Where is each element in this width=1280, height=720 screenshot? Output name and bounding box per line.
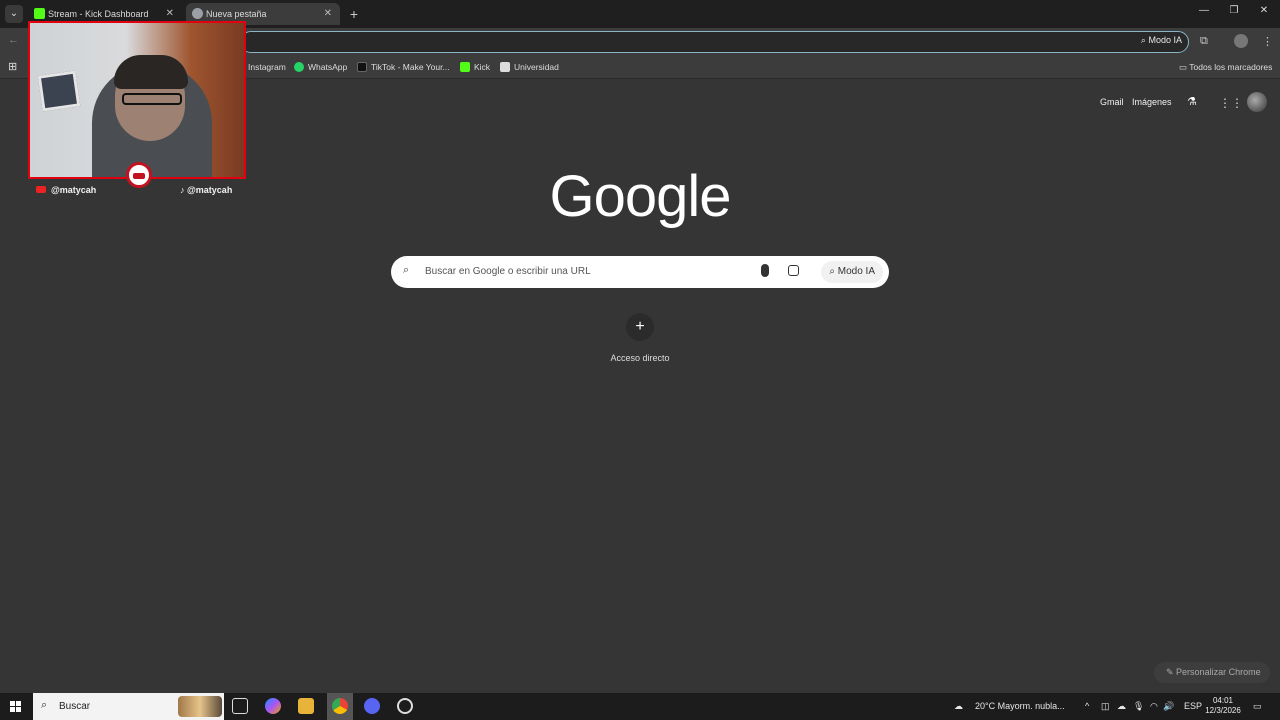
file-explorer-icon[interactable] [298, 698, 314, 714]
bookmark-kick[interactable]: Kick [460, 62, 490, 72]
channel-logo-badge [126, 162, 152, 188]
search-placeholder: Buscar en Google o escribir una URL [425, 266, 591, 277]
youtube-handle-text: @matycah [51, 185, 97, 195]
bookmark-tiktok[interactable]: TikTok - Make Your... [357, 62, 450, 72]
tiktok-icon: ♪ [180, 185, 188, 195]
ai-mode-button[interactable]: ⌕ Modo IA [821, 261, 883, 283]
bookmark-label: WhatsApp [308, 62, 348, 72]
bookmark-label: Universidad [514, 62, 559, 72]
bookmark-label: Kick [474, 62, 491, 72]
folder-icon: ▭ [1179, 62, 1190, 72]
omnibox-ai-mode-button[interactable]: ⌕ Modo IA [1141, 35, 1182, 46]
taskbar-search-label: Buscar [59, 701, 91, 712]
google-search-box[interactable]: ⌕ Buscar en Google o escribir una URL ⌕ … [391, 256, 889, 288]
tray-cloud-icon[interactable]: ☁ [1117, 701, 1126, 712]
volume-icon[interactable]: 🔊 [1163, 701, 1174, 712]
close-window-icon[interactable]: ✕ [1256, 5, 1272, 16]
tab-search-button[interactable]: ⌄ [5, 5, 23, 23]
add-shortcut-button[interactable]: + [626, 313, 654, 341]
notifications-icon[interactable]: ▭ [1253, 701, 1262, 712]
chrome-favicon-icon [192, 8, 203, 19]
windows-start-icon[interactable] [10, 701, 21, 712]
gmail-link[interactable]: Gmail [1100, 97, 1124, 107]
kick-icon [460, 62, 470, 72]
back-arrow-icon[interactable]: ← [8, 34, 19, 46]
discord-icon[interactable] [364, 698, 380, 714]
lens-camera-icon[interactable] [788, 265, 799, 276]
images-link[interactable]: Imágenes [1132, 97, 1172, 107]
extensions-icon[interactable]: ⧉ [1200, 35, 1208, 48]
windows-taskbar: ⌕ Buscar ☁ 20°C Mayorm. nubla... ^ ◫ ☁ 🎙… [0, 693, 1280, 720]
google-account-avatar[interactable] [1247, 92, 1267, 112]
bookmark-label: Instagram [248, 62, 286, 72]
all-bookmarks-label: Todos los marcadores [1189, 62, 1273, 72]
copilot-icon[interactable] [265, 698, 281, 714]
microphone-tray-icon[interactable]: 🎙 [1133, 701, 1144, 712]
search-highlight-art [178, 696, 222, 717]
search-icon: ⌕ [41, 699, 48, 711]
tiktok-handle-text: @matycah [187, 185, 233, 195]
tiktok-icon [357, 62, 367, 72]
bookmark-label: TikTok - Make Your... [371, 62, 450, 72]
glasses [122, 93, 182, 105]
profile-avatar[interactable] [1234, 34, 1248, 48]
tray-app-icon[interactable]: ◫ [1101, 701, 1110, 712]
close-tab-icon[interactable]: ✕ [324, 3, 332, 25]
search-icon: ⌕ [403, 264, 410, 276]
new-tab-button[interactable]: + [347, 5, 361, 23]
kick-favicon-icon [34, 8, 45, 19]
bookmark-instagram[interactable]: Instagram [248, 62, 286, 72]
ai-mode-label: Modo IA [837, 266, 875, 277]
headphones [114, 55, 188, 89]
obs-icon[interactable] [397, 698, 413, 714]
clock-time: 04:01 [1212, 696, 1234, 705]
tray-overflow-icon[interactable]: ^ [1085, 701, 1089, 711]
kebab-menu-icon[interactable]: ⋮ [1262, 35, 1273, 48]
youtube-icon [36, 186, 46, 193]
tiktok-handle: ♪ @matycah [180, 185, 232, 195]
customize-label: Personalizar Chrome [1176, 667, 1261, 677]
omnibox-ai-label: Modo IA [1148, 35, 1182, 45]
taskbar-search-box[interactable]: ⌕ Buscar [33, 693, 224, 720]
restore-icon[interactable]: ❐ [1226, 5, 1242, 16]
apps-grid-icon[interactable]: ⊞ [8, 60, 17, 73]
microphone-icon[interactable] [761, 264, 769, 277]
doc-icon [500, 62, 510, 72]
shortcut-label: Acceso directo [610, 353, 670, 363]
wall-picture [37, 70, 81, 112]
customize-chrome-button[interactable]: ✎ Personalizar Chrome [1154, 662, 1270, 683]
google-apps-icon[interactable]: ⋮⋮ [1219, 96, 1243, 110]
address-bar[interactable]: ⌕ Modo IA [240, 31, 1189, 53]
weather-widget[interactable]: 20°C Mayorm. nubla... [975, 701, 1065, 711]
youtube-handle: @matycah [36, 185, 96, 195]
weather-icon: ☁ [954, 701, 963, 711]
minimize-icon[interactable]: — [1196, 5, 1212, 16]
clock-date: 12/3/2026 [1205, 706, 1241, 715]
bookmark-universidad[interactable]: Universidad [500, 62, 559, 72]
labs-flask-icon[interactable]: ⚗ [1187, 95, 1197, 108]
whatsapp-icon [294, 62, 304, 72]
language-indicator[interactable]: ESP [1184, 701, 1202, 711]
wifi-icon[interactable]: ◠ [1150, 701, 1158, 712]
chrome-icon [332, 698, 348, 714]
clock[interactable]: 04:01 12/3/2026 [1203, 696, 1243, 716]
pencil-icon: ✎ [1166, 667, 1177, 677]
task-view-icon[interactable] [232, 698, 248, 714]
google-logo: Google [549, 164, 731, 229]
webcam-overlay [28, 21, 246, 179]
all-bookmarks-folder[interactable]: ▭ Todos los marcadores [1179, 62, 1272, 73]
bookmark-whatsapp[interactable]: WhatsApp [294, 62, 347, 72]
